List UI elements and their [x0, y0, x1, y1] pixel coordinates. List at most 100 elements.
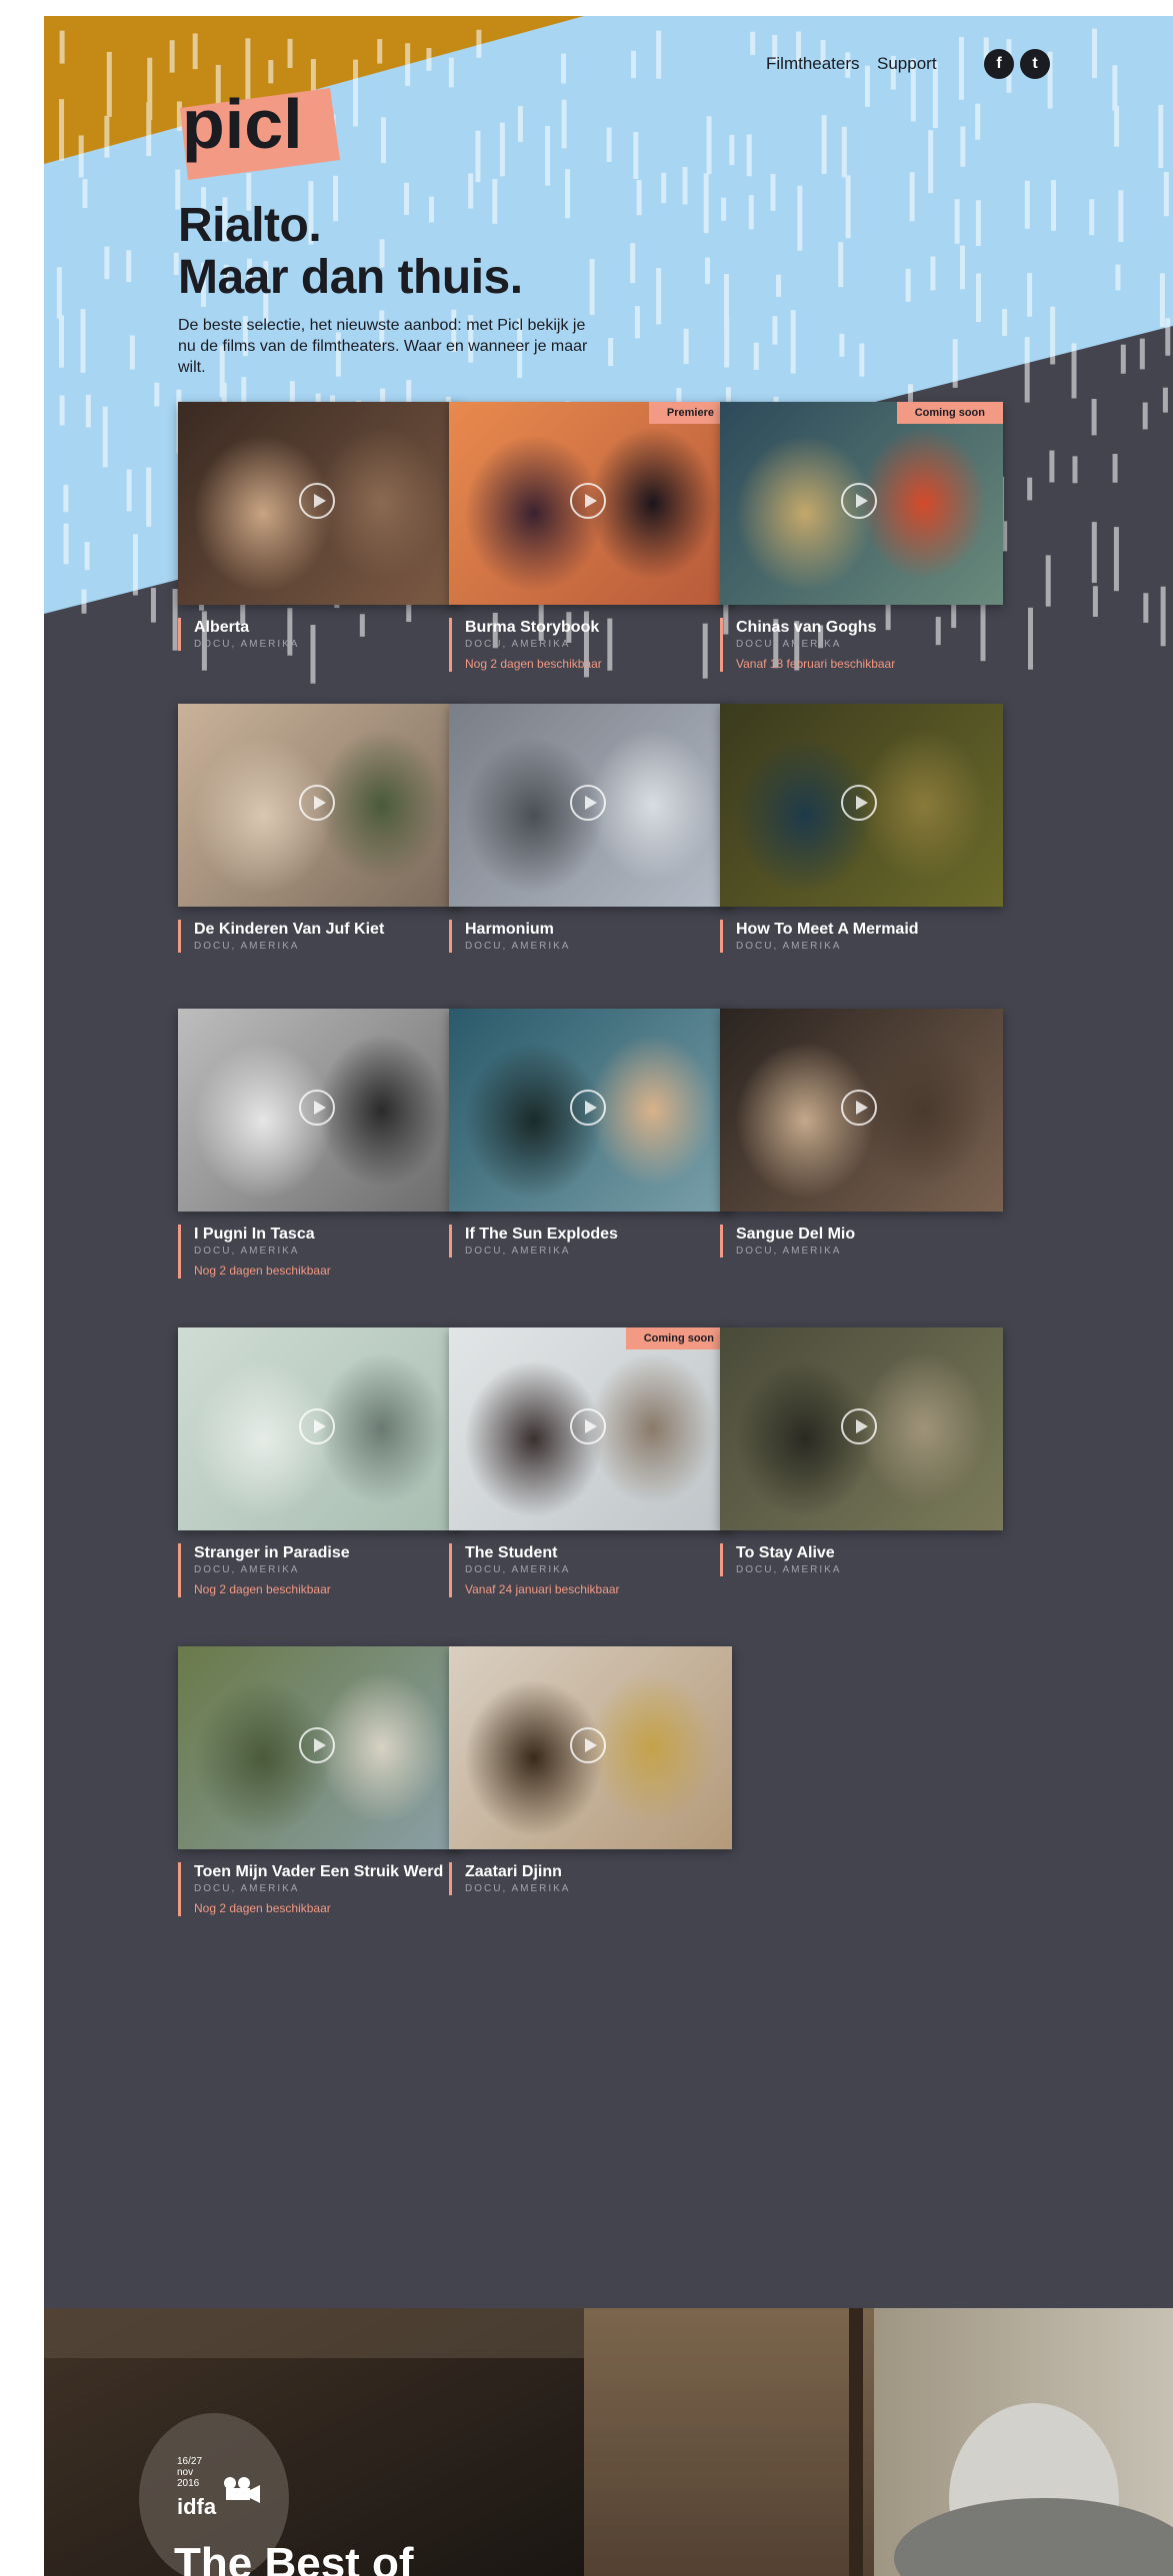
film-card[interactable]: Coming soon Chinas van Goghs DOCU, AMERIKA…	[720, 402, 1003, 672]
rain-streak	[1120, 344, 1126, 374]
nav-filmtheaters[interactable]: Filmtheaters	[766, 54, 860, 74]
film-poster[interactable]	[178, 1009, 461, 1212]
nav-support[interactable]: Support	[877, 54, 937, 74]
film-title[interactable]: De Kinderen Van Juf Kiet	[194, 920, 461, 940]
festival-image	[44, 2308, 1173, 2576]
film-card[interactable]: Harmonium DOCU, AMERIKA	[449, 704, 732, 953]
play-icon[interactable]	[841, 1090, 877, 1126]
rain-streak	[748, 195, 754, 230]
play-icon[interactable]	[299, 785, 335, 821]
facebook-icon[interactable]: f	[984, 49, 1014, 79]
film-title[interactable]: Alberta	[194, 618, 461, 638]
rain-streak	[770, 173, 776, 211]
play-icon[interactable]	[570, 1727, 606, 1763]
film-availability: Vanaf 18 februari beschikbaar	[736, 657, 896, 671]
play-icon[interactable]	[299, 1727, 335, 1763]
film-poster[interactable]	[720, 1009, 1003, 1212]
play-icon[interactable]	[570, 483, 606, 519]
film-title[interactable]: The Student	[465, 1543, 732, 1563]
film-title[interactable]: To Stay Alive	[736, 1543, 1003, 1563]
film-card[interactable]: Coming soon The Student DOCU, AMERIKA Vanaf…	[449, 1327, 732, 1597]
film-poster[interactable]: Coming soon	[449, 1327, 732, 1530]
film-title[interactable]: Sangue Del Mio	[736, 1225, 1003, 1245]
film-poster[interactable]	[178, 1327, 461, 1530]
film-poster[interactable]	[449, 1646, 732, 1849]
film-card[interactable]: Zaatari Djinn DOCU, AMERIKA	[449, 1646, 732, 1895]
rain-streak	[606, 127, 612, 162]
rain-streak	[82, 179, 88, 209]
film-title[interactable]: Stranger in Paradise	[194, 1543, 461, 1563]
play-icon[interactable]	[299, 1090, 335, 1126]
film-title[interactable]: Burma Storybook	[465, 618, 732, 638]
play-icon[interactable]	[841, 483, 877, 519]
film-title[interactable]: I Pugni In Tasca	[194, 1225, 461, 1245]
play-icon[interactable]	[570, 1408, 606, 1444]
film-card[interactable]: Alberta DOCU, AMERIKA	[178, 402, 461, 651]
film-card[interactable]: Premiere Burma Storybook DOCU, AMERIKA Nog …	[449, 402, 732, 672]
picl-logo[interactable]: picl	[180, 70, 360, 180]
film-camera-icon	[222, 2476, 262, 2504]
film-availability: Nog 2 dagen beschikbaar	[194, 1264, 331, 1278]
rain-streak	[429, 196, 435, 223]
rain-streak	[1002, 309, 1008, 336]
rain-streak	[1071, 343, 1077, 399]
film-title[interactable]: Chinas van Goghs	[736, 618, 1003, 638]
film-card[interactable]: De Kinderen Van Juf Kiet DOCU, AMERIKA	[178, 704, 461, 953]
film-poster[interactable]	[449, 704, 732, 907]
rain-streak	[1160, 586, 1166, 647]
rain-streak	[241, 377, 247, 402]
film-title[interactable]: If The Sun Explodes	[465, 1225, 732, 1245]
film-card[interactable]: If The Sun Explodes DOCU, AMERIKA	[449, 1009, 732, 1258]
film-card[interactable]: Toen Mijn Vader Een Struik Werd DOCU, AME…	[178, 1646, 461, 1916]
film-poster[interactable]: Coming soon	[720, 402, 1003, 605]
rain-streak	[476, 29, 482, 58]
film-title[interactable]: How To Meet A Mermaid	[736, 920, 1003, 940]
rain-streak	[59, 395, 65, 426]
play-icon[interactable]	[570, 785, 606, 821]
film-title[interactable]: Zaatari Djinn	[465, 1862, 732, 1882]
film-title[interactable]: Toen Mijn Vader Een Struik Werd	[194, 1862, 461, 1882]
film-poster[interactable]	[178, 402, 461, 605]
film-card[interactable]: How To Meet A Mermaid DOCU, AMERIKA	[720, 704, 1003, 953]
rain-streak	[104, 115, 110, 158]
rain-streak	[1162, 387, 1168, 413]
film-poster[interactable]	[449, 1009, 732, 1212]
film-card[interactable]: Sangue Del Mio DOCU, AMERIKA	[720, 1009, 1003, 1258]
play-icon[interactable]	[841, 785, 877, 821]
film-poster[interactable]	[178, 704, 461, 907]
film-info: To Stay Alive DOCU, AMERIKA	[720, 1543, 1003, 1576]
rain-streak	[1027, 273, 1033, 317]
rain-streak	[1024, 180, 1030, 229]
film-title[interactable]: Harmonium	[465, 920, 732, 940]
rain-streak	[1163, 171, 1169, 217]
rain-streak	[468, 173, 474, 209]
film-genre: DOCU, AMERIKA	[465, 1883, 571, 1894]
rain-streak	[169, 40, 175, 73]
rain-streak	[1051, 180, 1057, 231]
film-poster[interactable]	[178, 1646, 461, 1849]
rain-streak	[81, 589, 87, 614]
play-icon[interactable]	[841, 1408, 877, 1444]
film-poster[interactable]	[720, 1327, 1003, 1530]
twitter-icon[interactable]: t	[1020, 49, 1050, 79]
film-card[interactable]: I Pugni In Tasca DOCU, AMERIKA Nog 2 dagen…	[178, 1009, 461, 1279]
film-availability: Nog 2 dagen beschikbaar	[194, 1582, 331, 1596]
film-badge: Coming soon	[625, 1327, 732, 1349]
rain-streak	[1027, 477, 1033, 501]
rain-streak	[63, 523, 69, 565]
rain-streak	[545, 126, 551, 186]
festival-banner[interactable]: 16/27 nov 2016 idfa The Best of	[44, 2308, 1173, 2576]
play-icon[interactable]	[299, 1408, 335, 1444]
film-poster[interactable]: Premiere	[449, 402, 732, 605]
rain-streak	[1165, 318, 1171, 356]
film-poster[interactable]	[720, 704, 1003, 907]
rain-streak	[975, 103, 981, 140]
rain-streak	[909, 172, 915, 222]
film-card[interactable]: Stranger in Paradise DOCU, AMERIKA Nog 2 d…	[178, 1327, 461, 1597]
rain-streak	[1118, 190, 1124, 242]
film-genre: DOCU, AMERIKA	[736, 941, 842, 952]
film-card[interactable]: To Stay Alive DOCU, AMERIKA	[720, 1327, 1003, 1576]
play-icon[interactable]	[570, 1090, 606, 1126]
rain-streak	[1089, 199, 1095, 236]
play-icon[interactable]	[299, 483, 335, 519]
